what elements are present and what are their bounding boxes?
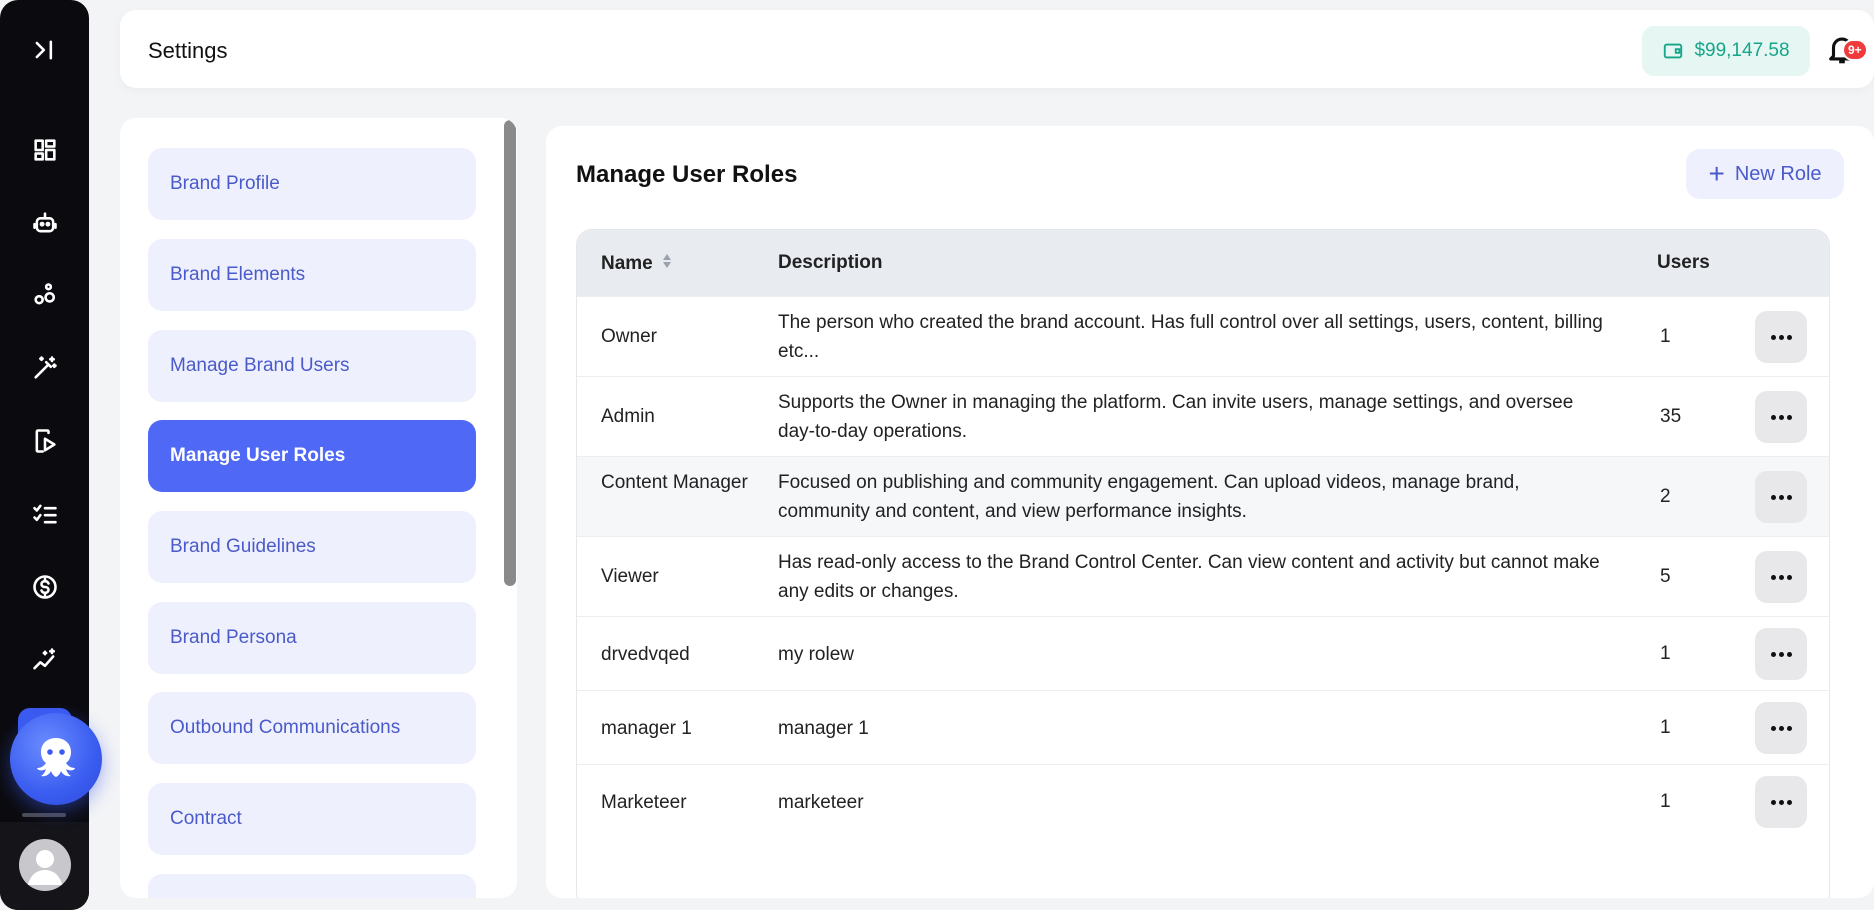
table-header: Name Description Users (577, 230, 1829, 296)
subnav-item-brand-elements[interactable]: Brand Elements (148, 239, 476, 311)
wallet-balance-button[interactable]: $99,147.58 (1642, 26, 1810, 76)
wallet-icon (1664, 43, 1683, 59)
table-row: Owner The person who created the brand a… (577, 296, 1829, 376)
role-user-count: 1 (1660, 326, 1671, 347)
settings-subnav: Brand Profile Brand Elements Manage Bran… (120, 118, 517, 898)
role-description: Has read-only access to the Brand Contro… (778, 552, 1600, 602)
row-actions-button[interactable] (1755, 551, 1807, 603)
rail-divider (22, 813, 66, 817)
column-header-name[interactable]: Name (601, 252, 673, 276)
role-name: Owner (601, 326, 657, 347)
subnav-item-contract[interactable]: Contract (148, 783, 476, 855)
plus-icon: + (1708, 158, 1725, 189)
octopus-assistant-icon[interactable] (10, 713, 102, 805)
role-name: manager 1 (601, 718, 692, 739)
subnav-item-next[interactable] (148, 874, 476, 898)
table-row: Viewer Has read-only access to the Brand… (577, 536, 1829, 616)
row-actions-button[interactable] (1755, 776, 1807, 828)
row-actions-button[interactable] (1755, 311, 1807, 363)
checklist-icon[interactable] (22, 491, 68, 537)
role-description: my rolew (778, 644, 855, 665)
role-user-count: 1 (1660, 791, 1671, 812)
column-header-name-label: Name (601, 253, 653, 274)
subnav-item-manage-user-roles[interactable]: Manage User Roles (148, 420, 476, 492)
table-row: Content Manager Focused on publishing an… (577, 456, 1829, 536)
column-header-users: Users (1657, 252, 1710, 273)
role-user-count: 1 (1660, 643, 1671, 664)
role-user-count: 1 (1660, 717, 1671, 738)
column-header-description: Description (778, 252, 883, 273)
role-name: Marketeer (601, 792, 687, 813)
table-row: drvedvqed my rolew 1 (577, 616, 1829, 690)
role-name: Viewer (601, 566, 659, 587)
row-actions-button[interactable] (1755, 391, 1807, 443)
table-row: Marketeer marketeer 1 (577, 764, 1829, 838)
role-name: drvedvqed (601, 644, 690, 665)
section-title: Manage User Roles (576, 161, 798, 188)
role-description: The person who created the brand account… (778, 312, 1603, 362)
dollar-icon[interactable] (22, 564, 68, 610)
dashboard-icon[interactable] (22, 127, 68, 173)
subnav-item-brand-persona[interactable]: Brand Persona (148, 602, 476, 674)
magic-wand-icon[interactable] (22, 345, 68, 391)
video-play-icon[interactable] (22, 418, 68, 464)
expand-sidebar-icon[interactable] (22, 27, 68, 73)
role-name: Admin (601, 406, 655, 427)
role-description: manager 1 (778, 718, 869, 739)
top-header: Settings $99,147.58 9+ (120, 10, 1874, 88)
row-actions-button[interactable] (1755, 702, 1807, 754)
roles-panel: Manage User Roles + New Role Name Descri… (546, 126, 1874, 898)
notifications-button[interactable]: 9+ (1825, 32, 1868, 74)
page-title: Settings (148, 38, 228, 63)
subnav-item-brand-guidelines[interactable]: Brand Guidelines (148, 511, 476, 583)
role-user-count: 5 (1660, 566, 1671, 587)
table-row: Admin Supports the Owner in managing the… (577, 376, 1829, 456)
subnav-item-brand-profile[interactable]: Brand Profile (148, 148, 476, 220)
sparkle-chart-icon[interactable] (22, 637, 68, 683)
robot-icon[interactable] (22, 200, 68, 246)
role-user-count: 35 (1660, 406, 1682, 427)
subnav-scrollbar[interactable] (504, 120, 516, 586)
sort-icon[interactable] (661, 252, 673, 276)
role-description: marketeer (778, 792, 864, 813)
bubbles-icon[interactable] (22, 272, 68, 318)
role-description: Supports the Owner in managing the platf… (778, 392, 1574, 442)
role-user-count: 2 (1660, 486, 1671, 507)
row-actions-button[interactable] (1755, 628, 1807, 680)
notification-badge: 9+ (1842, 39, 1868, 61)
user-avatar[interactable] (19, 839, 71, 891)
new-role-button[interactable]: + New Role (1686, 149, 1844, 199)
role-description: Focused on publishing and community enga… (778, 472, 1520, 522)
table-row: manager 1 manager 1 1 (577, 690, 1829, 764)
subnav-item-outbound-communications[interactable]: Outbound Communications (148, 692, 476, 764)
wallet-balance: $99,147.58 (1694, 40, 1790, 61)
roles-table: Name Description Users Owner The person … (576, 229, 1830, 898)
role-name: Content Manager (601, 472, 748, 493)
new-role-label: New Role (1734, 162, 1822, 185)
subnav-item-manage-brand-users[interactable]: Manage Brand Users (148, 330, 476, 402)
row-actions-button[interactable] (1755, 471, 1807, 523)
